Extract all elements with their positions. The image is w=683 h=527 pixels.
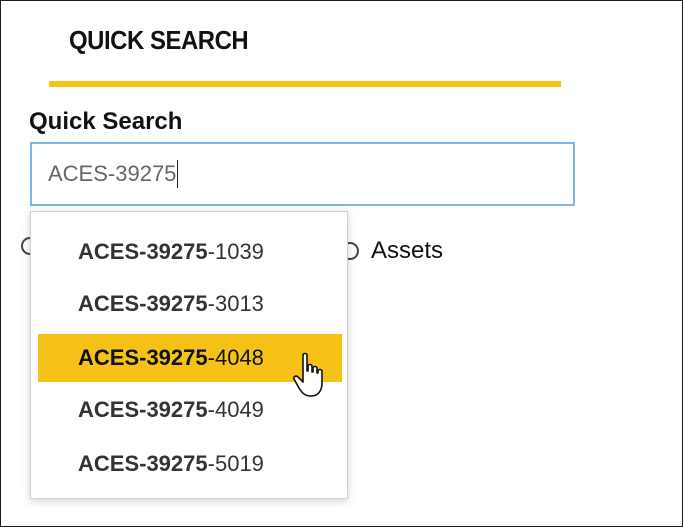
title-underline (49, 81, 561, 87)
suggestion-suffix: -5019 (207, 451, 264, 476)
suggestion-suffix: -4048 (207, 345, 264, 370)
suggestion-suffix: -4049 (207, 397, 264, 422)
search-input-value: ACES-39275 (48, 161, 177, 186)
search-input[interactable]: ACES-39275 (30, 142, 575, 206)
suggestion-match: ACES-39275 (78, 345, 208, 370)
suggestion-match: ACES-39275 (78, 239, 208, 264)
suggestion-suffix: -3013 (207, 291, 264, 316)
radio-assets-label: Assets (371, 237, 444, 264)
suggestion-match: ACES-39275 (78, 451, 208, 476)
search-label: Quick Search (29, 108, 183, 135)
text-caret (177, 160, 179, 188)
panel-title: QUICK SEARCH (69, 25, 249, 55)
suggestion-item[interactable]: ACES-39275 -5019 (38, 440, 342, 488)
radio-assets[interactable]: Assets (341, 237, 443, 265)
suggestion-item[interactable]: ACES-39275 -1039 (38, 228, 342, 276)
hand-pointer-cursor-icon (293, 352, 323, 397)
suggestion-match: ACES-39275 (78, 291, 208, 316)
suggestion-item[interactable]: ACES-39275 -3013 (38, 280, 342, 328)
suggestion-match: ACES-39275 (78, 397, 208, 422)
quick-search-panel: QUICK SEARCH Quick Search ACES-39275 Ass… (0, 0, 683, 527)
suggestion-suffix: -1039 (207, 239, 264, 264)
